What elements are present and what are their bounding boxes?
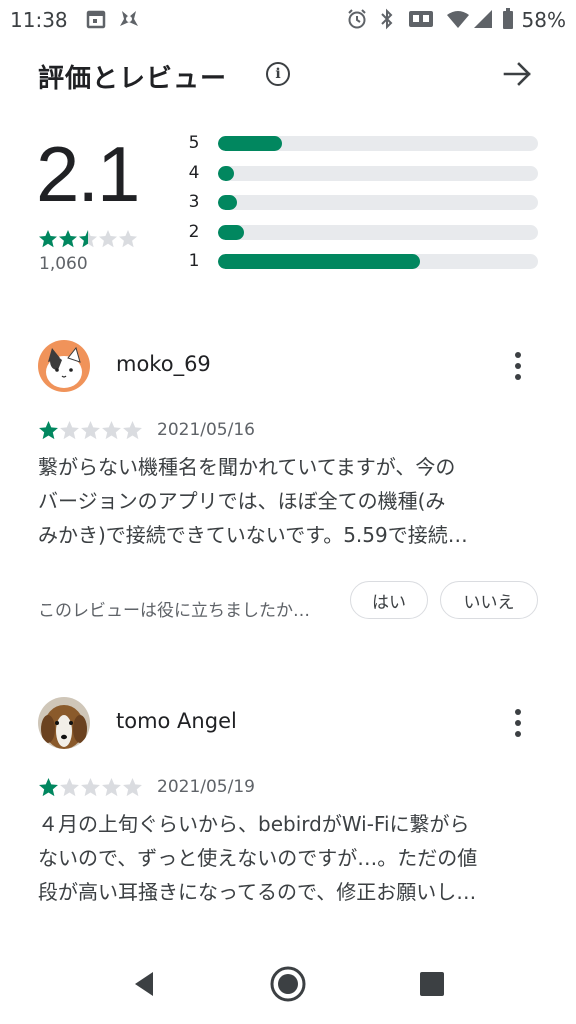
distribution-row: 5 — [186, 133, 538, 163]
star-icon — [123, 778, 142, 797]
distribution-fill — [218, 224, 244, 240]
signal-icon — [472, 9, 494, 29]
distribution-fill — [218, 165, 234, 181]
review-body-line: バージョンのアプリでは、ほぼ全ての機種(み — [38, 489, 446, 513]
vibrate-icon — [408, 9, 434, 29]
distribution-fill — [218, 136, 282, 151]
distribution-track — [218, 136, 538, 151]
helpful-prompt: このレビューは役に立ちましたか… — [38, 601, 310, 621]
review-body-line: ４月の上旬ぐらいから、bebirdがWi-Fiに繋がら — [38, 812, 470, 836]
distribution-track — [218, 195, 538, 210]
review-date: 2021/05/16 — [157, 420, 255, 440]
rating-summary: 2.1 1,060 5 4 3 2 1 — [0, 125, 576, 285]
distribution-label: 1 — [188, 251, 200, 271]
wifi-icon — [446, 9, 470, 29]
star-icon — [39, 230, 57, 248]
bug-icon — [118, 9, 140, 29]
star-icon — [60, 421, 79, 440]
review-stars — [38, 420, 143, 441]
average-score: 2.1 — [36, 130, 140, 218]
distribution-fill — [218, 254, 420, 269]
review-body-line: 繋がらない機種名を聞かれていてますが、今の — [38, 455, 456, 479]
distribution-row: 3 — [186, 192, 538, 222]
distribution-track — [218, 254, 538, 269]
average-stars — [38, 229, 138, 249]
star-icon — [39, 421, 58, 440]
distribution-row: 1 — [186, 251, 538, 281]
star-icon — [123, 421, 142, 440]
helpful-no-button[interactable]: いいえ — [440, 581, 538, 619]
distribution-label: 5 — [188, 133, 200, 153]
section-title: 評価とレビュー — [38, 64, 228, 94]
rating-distribution: 5 4 3 2 1 — [186, 133, 538, 281]
avatar — [38, 697, 90, 749]
distribution-track — [218, 224, 538, 240]
more-vert-icon[interactable] — [504, 705, 532, 741]
review-body: ４月の上旬ぐらいから、bebirdがWi-Fiに繋がら ないので、ずっと使えない… — [38, 807, 538, 909]
star-icon — [39, 778, 58, 797]
battery-icon — [502, 8, 514, 29]
star-icon — [79, 230, 97, 248]
bluetooth-icon — [378, 8, 396, 30]
avatar — [38, 340, 90, 392]
distribution-row: 2 — [186, 222, 538, 252]
distribution-label: 2 — [188, 221, 200, 242]
recents-square-icon[interactable] — [412, 964, 452, 1004]
star-icon — [102, 778, 121, 797]
battery-percentage: 58% — [521, 8, 566, 32]
star-icon — [60, 778, 79, 797]
star-icon — [81, 778, 100, 797]
info-icon[interactable]: i — [266, 62, 290, 86]
star-icon — [99, 230, 117, 248]
distribution-row: 4 — [186, 163, 538, 193]
review-count: 1,060 — [39, 254, 88, 274]
review-body: 繋がらない機種名を聞かれていてますが、今の バージョンのアプリでは、ほぼ全ての機… — [38, 450, 538, 552]
status-bar: 11:38 58% — [0, 0, 576, 40]
arrow-right-icon[interactable] — [500, 56, 536, 92]
review-body-line: ないので、ずっと使えないのですが…。ただの値 — [38, 846, 478, 870]
ratings-header: 評価とレビュー i — [0, 52, 576, 102]
status-time: 11:38 — [10, 8, 68, 32]
review-body-line: 段が高い耳掻きになってるので、修正お願いし… — [38, 880, 477, 904]
calendar-icon — [86, 9, 106, 29]
system-nav-bar — [0, 944, 576, 1024]
star-icon — [119, 230, 137, 248]
distribution-fill — [218, 195, 238, 210]
star-icon — [102, 421, 121, 440]
review-stars — [38, 777, 143, 798]
star-icon — [59, 230, 77, 248]
review-author: tomo Angel — [116, 709, 237, 733]
helpful-yes-button[interactable]: はい — [350, 581, 428, 619]
home-circle-icon[interactable] — [268, 964, 308, 1004]
distribution-label: 3 — [188, 192, 200, 212]
alarm-icon — [346, 9, 368, 29]
back-triangle-icon[interactable] — [124, 964, 164, 1004]
review-body-line: みかき)で接続できていないです。5.59で接続… — [38, 523, 468, 547]
more-vert-icon[interactable] — [504, 348, 532, 384]
star-icon — [81, 421, 100, 440]
review-date: 2021/05/19 — [157, 777, 255, 797]
review-author: moko_69 — [116, 352, 211, 376]
distribution-label: 4 — [188, 162, 200, 183]
distribution-track — [218, 165, 538, 181]
